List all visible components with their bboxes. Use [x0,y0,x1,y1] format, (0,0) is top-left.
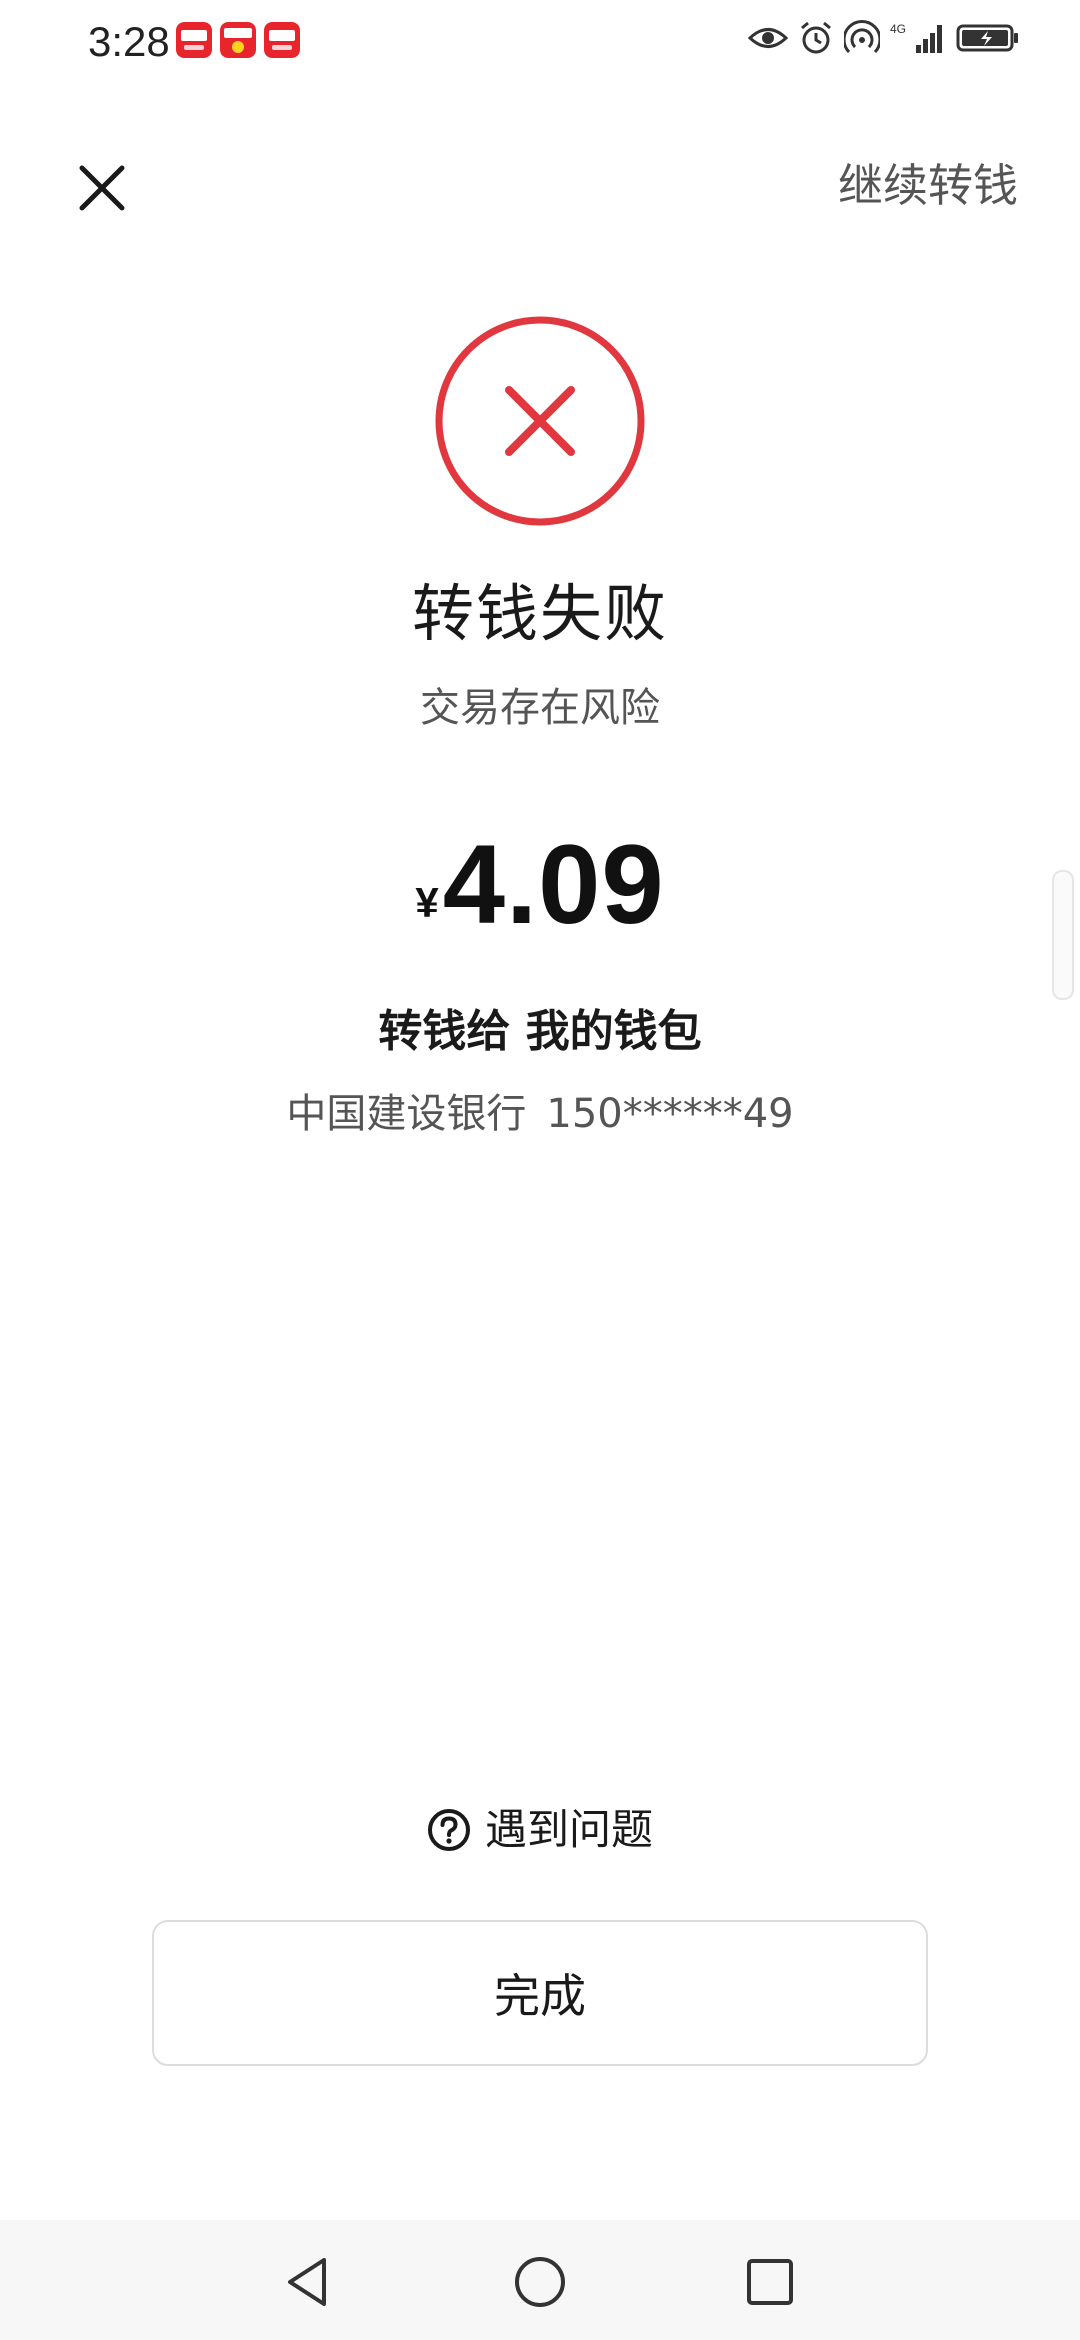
question-circle-icon [427,1809,470,1851]
transfer-result-screen: 3:28 4G 继续转钱 转钱失败 交易存在风险 ¥4.09 转钱给 我的钱包 … [0,0,1080,2340]
help-link[interactable]: 遇到问题 [0,1800,1080,1860]
signal-icon: 4G [890,22,942,53]
help-link-label: 遇到问题 [484,1805,653,1854]
app-notification-icon [220,22,256,58]
done-button[interactable]: 完成 [152,1920,928,2066]
status-time: 3:28 [88,18,170,65]
system-navigation-bar [0,2220,1080,2340]
notification-icons [176,22,300,58]
recipient-label: 转钱给 我的钱包 [378,1006,702,1057]
app-notification-icon [264,22,300,58]
result-subtitle: 交易存在风险 [420,685,660,731]
alarm-icon [801,21,831,54]
app-notification-icon [176,22,212,58]
back-triangle-icon [288,2258,326,2306]
nav-home-button[interactable] [508,2250,572,2314]
eye-icon [748,28,788,48]
transfer-amount: ¥4.09 [0,820,1080,949]
battery-icon [956,24,1018,52]
home-circle-icon [515,2257,565,2307]
system-icons: 4G [748,20,1020,56]
bank-name: 中国建设银行 [286,1091,527,1137]
bank-account-line: 中国建设银行 150******49 [0,1084,1080,1144]
result-title: 转钱失败 [411,577,668,650]
close-button[interactable] [70,156,134,220]
hotspot-icon [844,20,880,54]
nav-recent-apps-button[interactable] [738,2250,802,2314]
masked-account-number: 150******49 [546,1091,794,1137]
close-icon [79,165,125,211]
nav-back-button[interactable] [276,2250,340,2314]
amount-value: 4.09 [442,822,665,947]
status-bar: 3:28 4G [0,0,1080,84]
svg-text:4G: 4G [890,22,906,36]
scroll-indicator[interactable] [1052,870,1074,1000]
continue-transfer-link[interactable]: 继续转钱 [838,154,1018,218]
failure-icon [434,315,646,527]
currency-symbol: ¥ [415,879,439,926]
recent-apps-square-icon [747,2259,793,2305]
